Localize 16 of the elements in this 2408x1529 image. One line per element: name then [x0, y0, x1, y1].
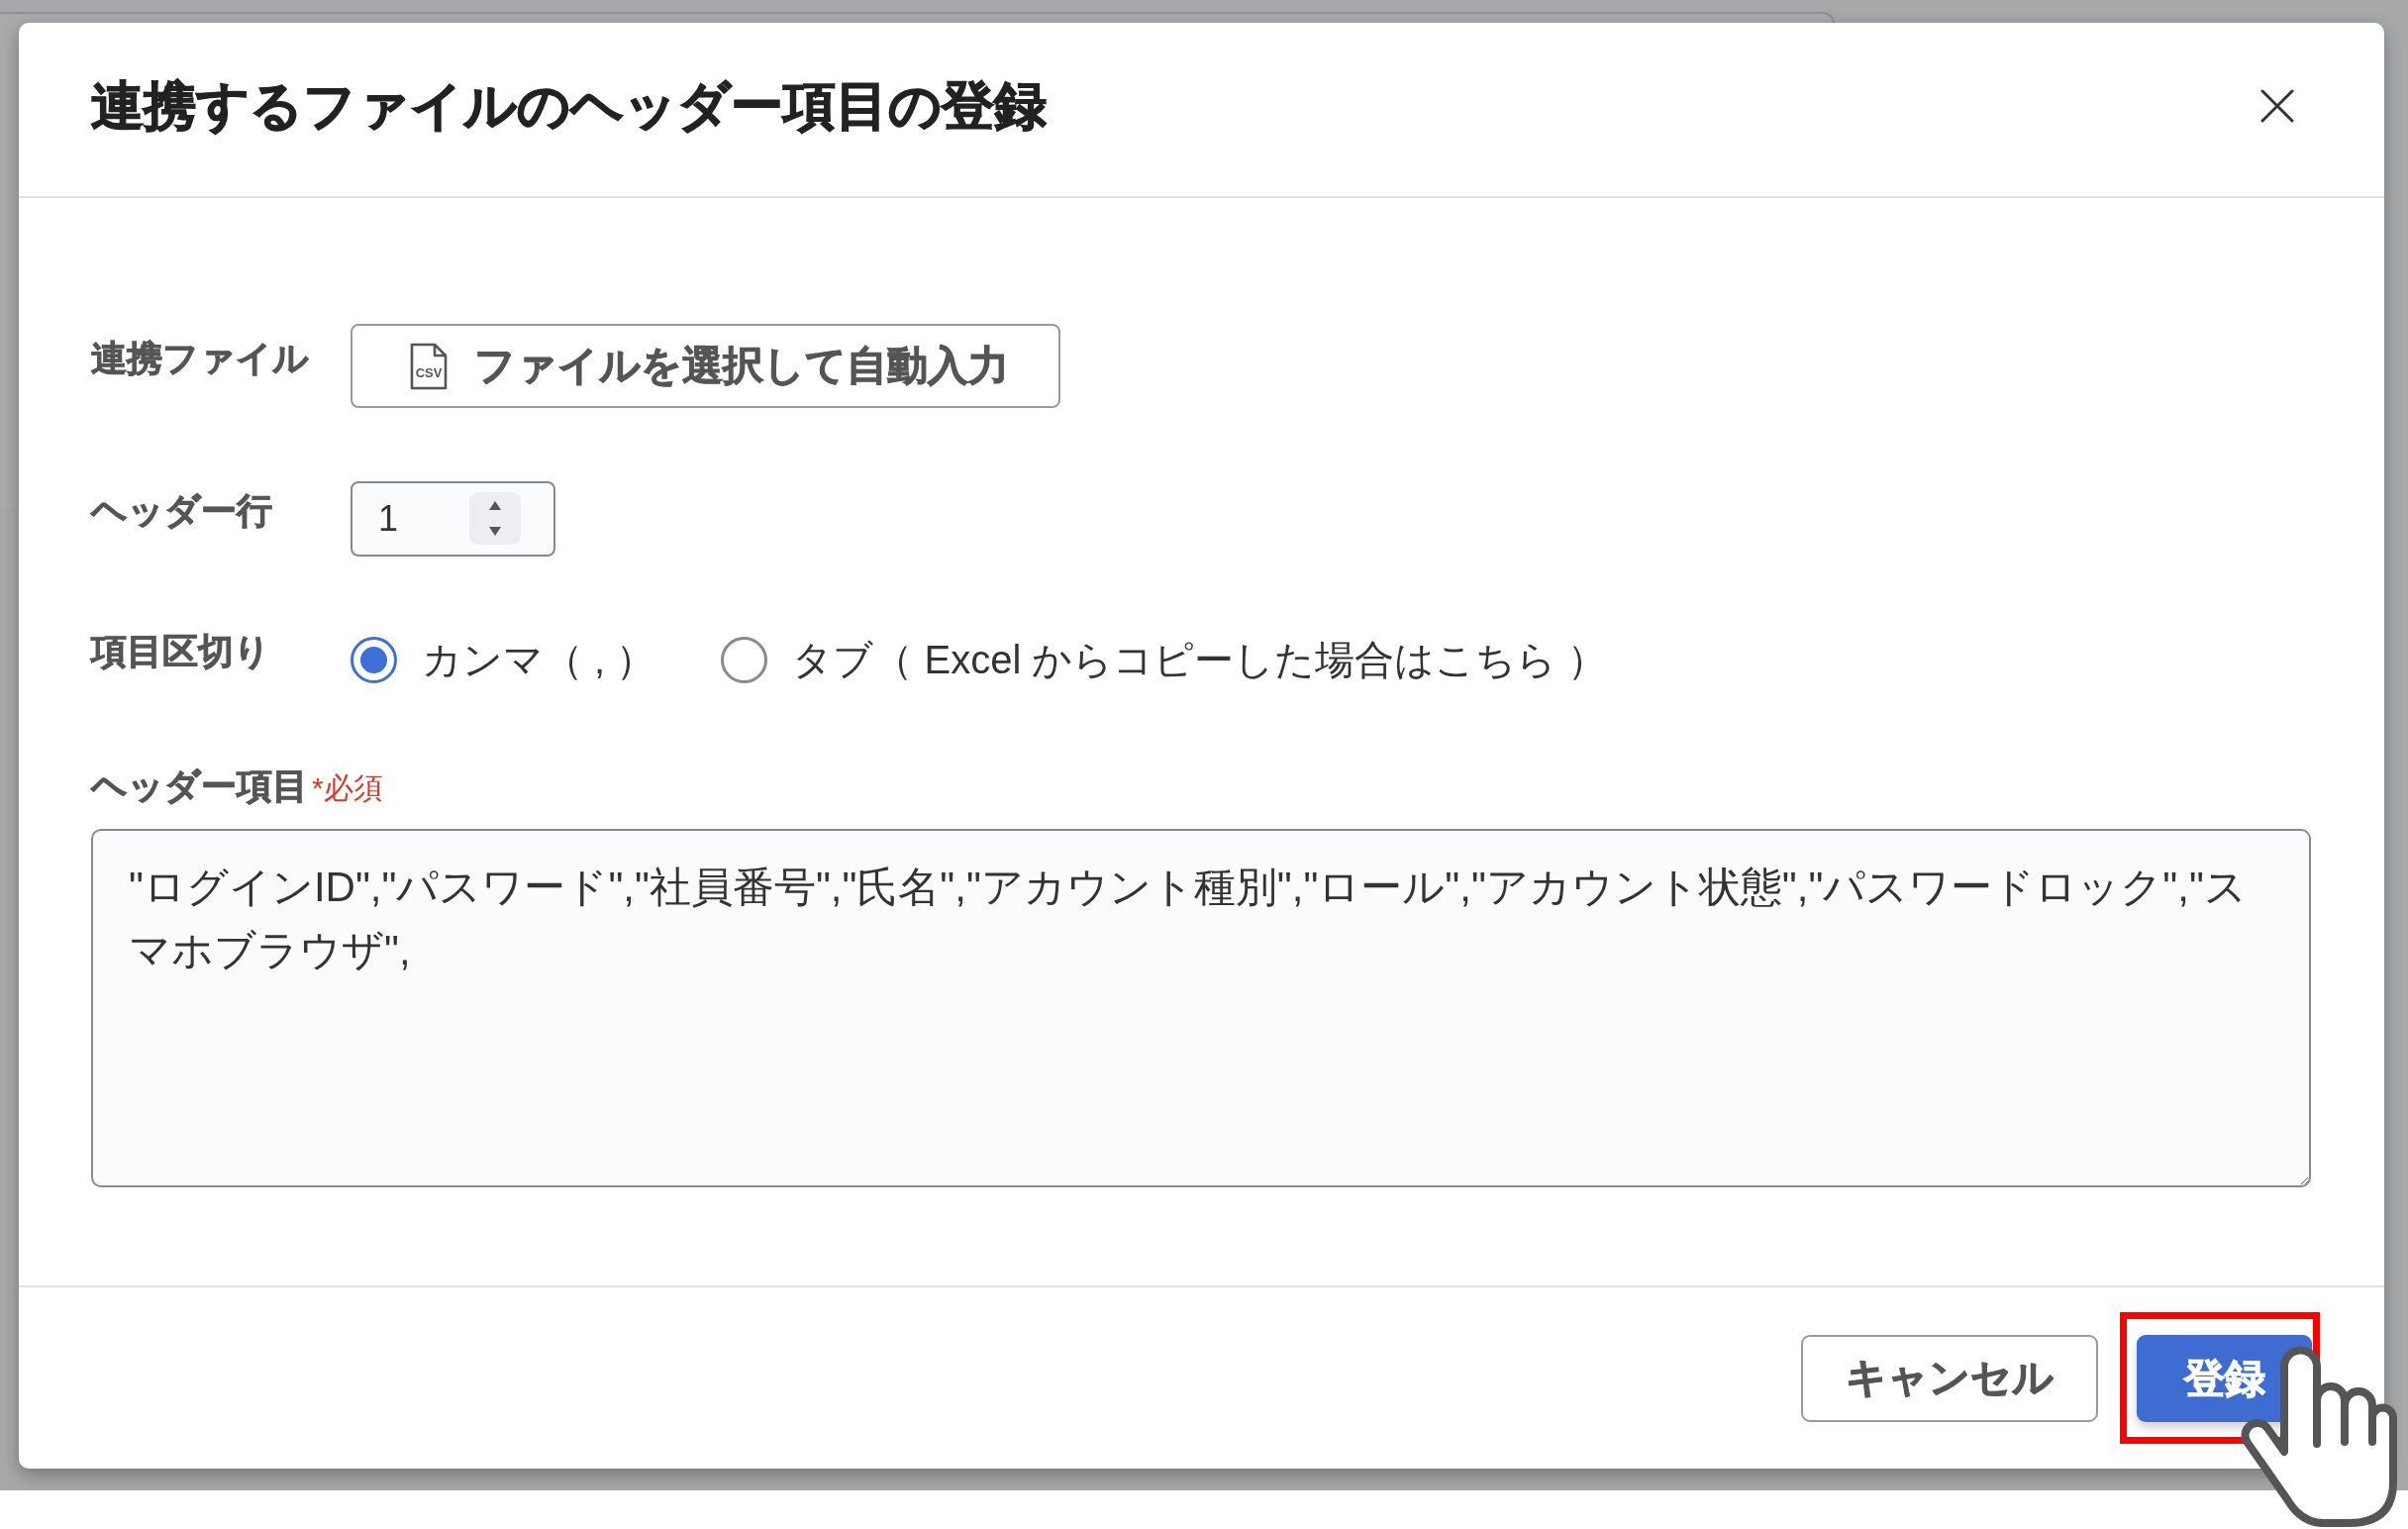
spinner-icon[interactable] — [469, 492, 521, 545]
field-label: 項目区切り — [91, 630, 271, 673]
csv-file-icon: CSV — [408, 342, 450, 390]
dialog-title: 連携するファイルのヘッダー項目の登録 — [91, 74, 1047, 137]
radio-label[interactable]: カンマ（ , ） — [422, 635, 656, 684]
radio-label[interactable]: タブ（ Excel からコピーした場合はこちら ） — [792, 635, 1608, 684]
required-mark: *必須 — [312, 770, 383, 806]
textarea-field[interactable]: "ログインID","パスワード","社員番号","氏名","アカウント種別","ロール","アカウント状態","パスワードロック","スマホブラウザ", — [91, 829, 2311, 1187]
close-button[interactable] — [2260, 88, 2294, 123]
field-label: ヘッダー項目 — [91, 764, 308, 808]
file-select-button[interactable]: CSV ファイルを選択して自動入力 — [351, 324, 1060, 408]
radio-button[interactable] — [351, 636, 397, 683]
cancel-button[interactable]: キャンセル — [1801, 1334, 2098, 1422]
close-icon — [2260, 88, 2294, 123]
field-label: ヘッダー行 — [91, 489, 273, 533]
field-label: 連携ファイル — [91, 336, 310, 380]
